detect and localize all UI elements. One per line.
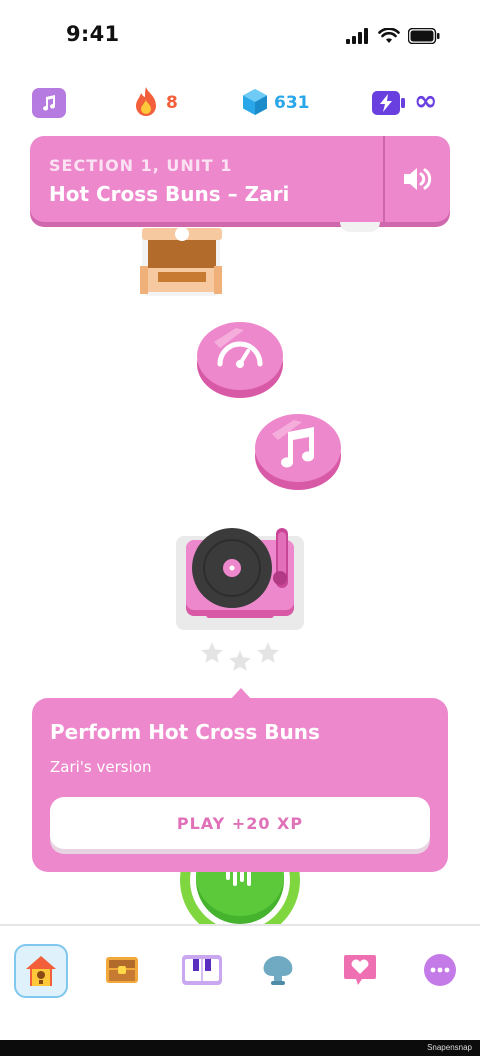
record-player-node[interactable] (176, 526, 304, 632)
more-icon (424, 954, 456, 986)
treasure-chest-icon (140, 227, 222, 296)
speed-practice-node[interactable] (196, 318, 284, 400)
cellular-signal-icon (346, 28, 368, 44)
popover-subtitle: Zari's version (50, 758, 152, 776)
streak-count: 8 (166, 93, 178, 113)
song-node[interactable] (254, 410, 342, 492)
watermark-strip: Snapensnap (0, 1040, 480, 1056)
gems-counter[interactable]: 631 (242, 86, 314, 120)
energy-battery-icon (372, 91, 405, 115)
hidden-node-edge (340, 222, 380, 232)
unit-title: Hot Cross Buns – Zari (49, 182, 290, 206)
home-birdhouse-icon (26, 956, 56, 986)
shell-icon (263, 956, 293, 985)
tab-home[interactable] (14, 944, 68, 998)
music-course-button[interactable] (32, 88, 66, 118)
wifi-icon (378, 28, 400, 43)
section-label: SECTION 1, UNIT 1 (49, 156, 233, 175)
tab-social[interactable] (334, 944, 386, 996)
tab-piano[interactable] (176, 944, 228, 996)
play-audio-button[interactable] (386, 136, 450, 222)
status-time: 9:41 (66, 22, 120, 46)
star-icon (229, 650, 251, 671)
play-button[interactable]: PLAY +20 XP (50, 797, 430, 849)
treasure-chest-icon (106, 957, 138, 983)
unit-banner[interactable]: SECTION 1, UNIT 1 Hot Cross Buns – Zari (30, 136, 450, 222)
piano-keys-icon (182, 955, 222, 985)
gem-icon (243, 89, 267, 115)
popover-title: Perform Hot Cross Buns (50, 720, 320, 744)
tab-shell[interactable] (252, 944, 304, 996)
energy-counter[interactable]: ∞ (372, 84, 442, 120)
lesson-popover: Perform Hot Cross Buns Zari's version PL… (32, 698, 448, 872)
star-icon (257, 642, 279, 663)
star-rating (196, 638, 284, 674)
music-note-node-icon (255, 414, 341, 490)
status-icons (346, 26, 440, 46)
flame-icon (136, 87, 156, 116)
banner-divider (383, 136, 385, 222)
star-icon (201, 642, 223, 663)
tab-chest[interactable] (96, 944, 148, 996)
record-player-icon (176, 528, 304, 630)
speaker-icon (404, 168, 432, 190)
speedometer-icon (197, 322, 283, 398)
watermark-text: Snapensnap (427, 1043, 472, 1052)
heart-chat-icon (344, 955, 376, 985)
tab-more[interactable] (414, 944, 466, 996)
energy-count: ∞ (414, 84, 438, 117)
streak-counter[interactable]: 8 (132, 86, 192, 120)
gems-count: 631 (274, 93, 310, 113)
battery-icon (408, 28, 440, 44)
treasure-chest-node[interactable] (138, 222, 224, 298)
stats-row: 8 631 ∞ (0, 84, 480, 120)
music-note-icon (43, 95, 56, 111)
bottom-tab-bar (0, 924, 480, 1038)
